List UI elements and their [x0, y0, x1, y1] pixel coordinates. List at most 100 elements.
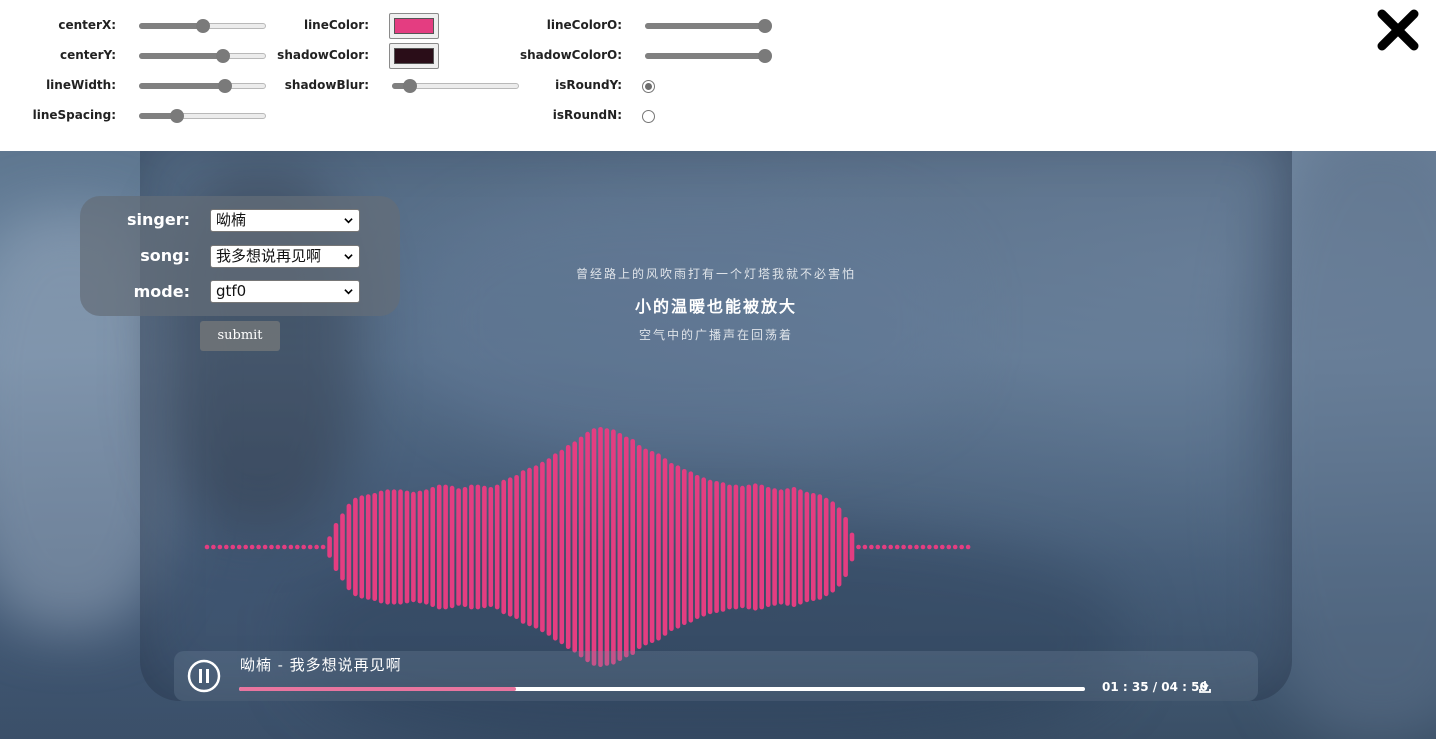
waveform-bar: [314, 544, 319, 550]
waveform-bar: [682, 469, 687, 625]
waveform-bar: [965, 544, 971, 550]
waveform-bar: [888, 544, 893, 550]
waveform-bar: [765, 487, 771, 607]
waveform-bar: [353, 497, 358, 597]
waveform-bar: [520, 470, 526, 624]
waveform-bar: [372, 493, 377, 601]
waveform-bar: [378, 490, 384, 604]
waveform-bar: [643, 448, 648, 646]
waveform-bar: [817, 494, 823, 600]
progress-fill: [239, 687, 516, 691]
lineColor-picker[interactable]: [389, 13, 439, 39]
waveform-bar: [288, 544, 294, 550]
waveform-bar: [901, 544, 906, 550]
waveform-bar: [753, 483, 758, 611]
waveform-bar: [295, 544, 300, 550]
waveform-bar: [307, 544, 313, 550]
isRoundY-radio[interactable]: [642, 80, 655, 93]
waveform-bar: [604, 428, 610, 666]
progress-bar[interactable]: [239, 687, 1085, 691]
waveform-bar: [823, 497, 829, 597]
shadowColorO-label: shadowColorO:: [519, 48, 622, 62]
waveform-bar: [933, 544, 939, 550]
lineColorO-label: lineColorO:: [546, 18, 622, 32]
waveform-bar: [424, 489, 429, 605]
visualizer-stage: singer: 呦楠 song: 我多想说再见啊 mode: gtf0 subm…: [0, 151, 1436, 739]
waveform-bar: [540, 461, 545, 633]
waveform-bar: [430, 487, 435, 607]
waveform-bar: [617, 433, 623, 661]
waveform-bar: [501, 479, 506, 615]
time-display: 01 : 35 / 04 : 50: [1102, 680, 1208, 694]
waveform-bar: [804, 491, 810, 603]
centerY-slider[interactable]: [139, 48, 266, 64]
waveform-bar: [282, 544, 287, 550]
waveform-bar: [572, 441, 577, 653]
waveform-bar: [469, 484, 474, 610]
waveform-bar: [740, 485, 745, 609]
waveform-bar: [553, 453, 558, 641]
waveform-bar: [443, 484, 448, 610]
waveform-bar: [391, 489, 397, 605]
waveform-bar: [578, 436, 584, 658]
waveform-bar: [669, 463, 674, 631]
waveform-bar: [720, 482, 726, 612]
waveform-bar: [236, 544, 242, 550]
waveform-bar: [636, 445, 642, 649]
waveform-bar: [843, 517, 848, 577]
waveform-bar: [456, 488, 461, 606]
waveform-bar: [862, 544, 868, 550]
waveform-bar: [746, 484, 752, 610]
waveform-bar: [836, 507, 842, 587]
waveform-bar: [340, 513, 345, 581]
waveform-bar: [559, 449, 565, 645]
waveform-bar: [320, 544, 326, 550]
waveform-bar: [785, 488, 790, 606]
waveform-bar: [733, 484, 739, 610]
waveform-bar: [707, 479, 713, 615]
waveform-bar: [256, 544, 261, 550]
waveform-bar: [688, 471, 694, 623]
isRoundN-radio[interactable]: [642, 110, 655, 123]
waveform-bar: [894, 544, 900, 550]
centerX-slider[interactable]: [139, 18, 266, 34]
waveform-bar: [727, 484, 732, 610]
waveform-bar: [327, 536, 332, 558]
waveform-bar: [514, 475, 519, 619]
waveform-bar: [411, 491, 416, 603]
shadowColor-picker[interactable]: [389, 43, 439, 69]
waveform-bar: [946, 544, 952, 550]
waveform-bar: [849, 532, 855, 562]
lineColor-label: lineColor:: [303, 18, 369, 32]
lineSpacing-slider[interactable]: [139, 108, 266, 124]
pause-icon[interactable]: [187, 659, 221, 693]
download-icon[interactable]: [1198, 680, 1212, 694]
waveform-bar: [333, 523, 339, 571]
lineWidth-slider[interactable]: [139, 78, 266, 94]
waveform-bar: [811, 493, 816, 601]
waveform-bar: [482, 485, 487, 609]
waveform-bar: [230, 544, 236, 550]
waveform-bar: [301, 544, 306, 550]
waveform-bar: [611, 429, 616, 665]
centerY-label: centerY:: [59, 48, 116, 62]
close-icon[interactable]: [1374, 6, 1422, 54]
waveform-bar: [630, 439, 635, 655]
waveform-bar: [404, 490, 410, 604]
waveform-bar: [565, 445, 571, 649]
waveform-bar: [759, 484, 764, 610]
waveform-bar: [959, 544, 964, 550]
lineColorO-slider[interactable]: [645, 18, 772, 34]
waveform-bar: [475, 484, 481, 610]
shadowColorO-slider[interactable]: [645, 48, 772, 64]
waveform-bar: [346, 503, 352, 591]
waveform-bar: [927, 544, 932, 550]
waveform-bar: [591, 428, 597, 666]
waveform-bar: [772, 488, 777, 606]
waveform-bar: [546, 458, 552, 636]
waveform-bar: [417, 490, 423, 604]
waveform-bar: [494, 484, 500, 610]
waveform-bar: [662, 458, 668, 636]
waveform-bar: [488, 487, 494, 607]
lineWidth-label: lineWidth:: [46, 78, 116, 92]
